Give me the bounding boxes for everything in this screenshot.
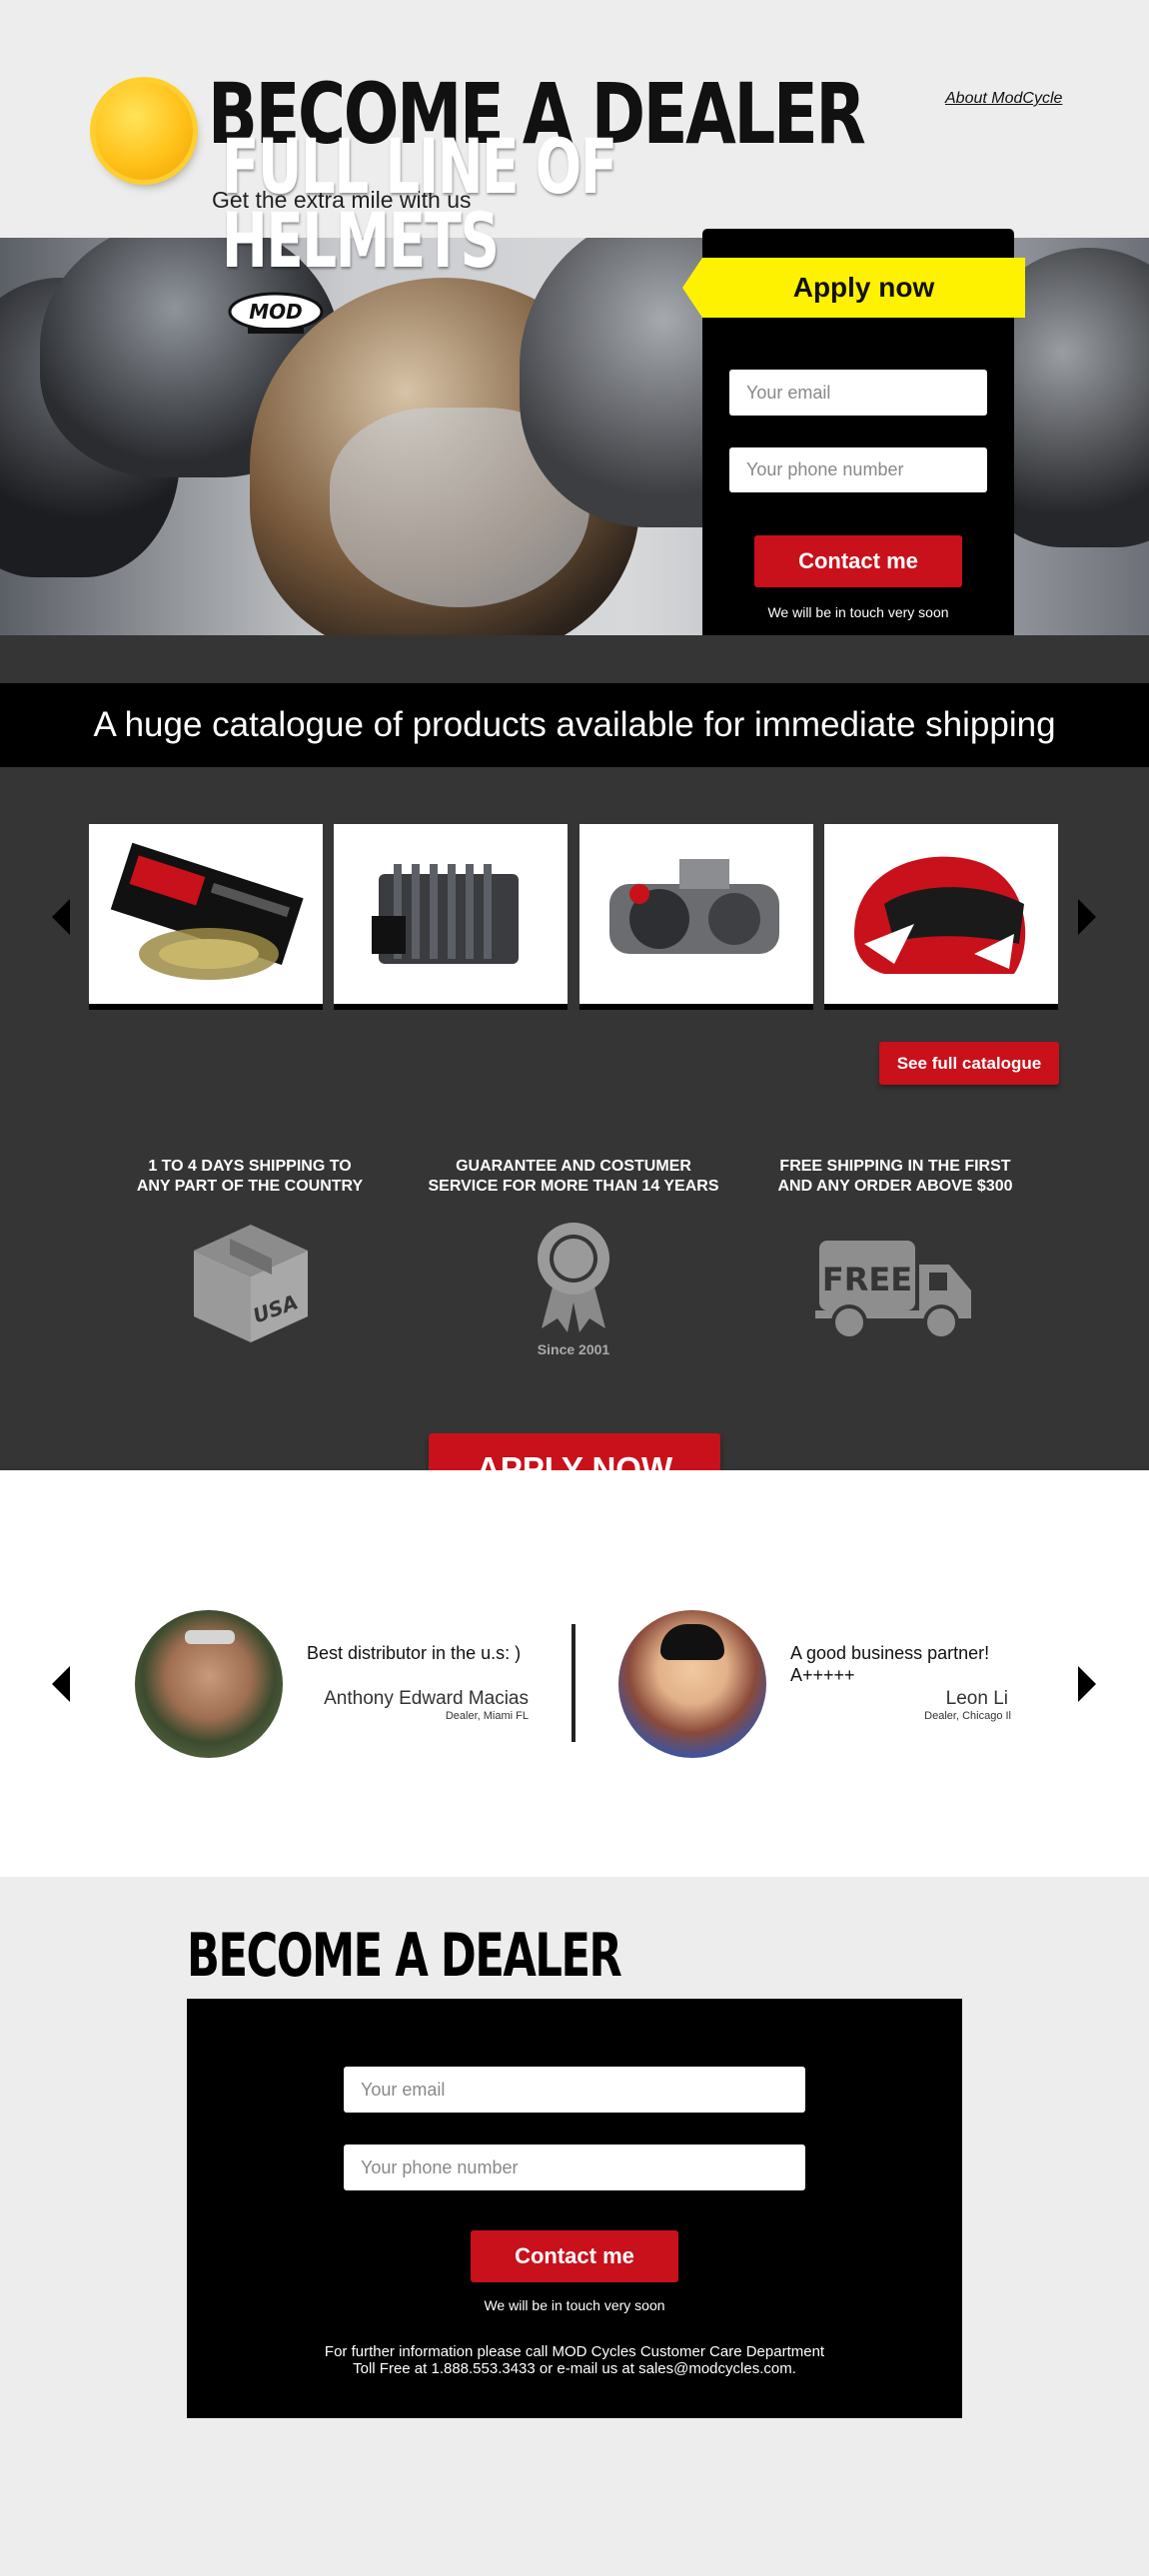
feature-free-shipping-text: FREE SHIPPING IN THE FIRST AND ANY ORDER…: [745, 1157, 1045, 1197]
testimonial-name: Leon Li: [945, 1688, 1008, 1709]
hero-title: FULL LINE OF HELMETS: [222, 122, 617, 285]
testimonial-next-arrow-icon[interactable]: [1078, 1666, 1096, 1702]
hero-title-line-1: FULL LINE OF: [222, 122, 617, 211]
sunglasses-icon: [185, 1630, 235, 1644]
testimonial-prev-arrow-icon[interactable]: [52, 1666, 70, 1702]
engine-icon: [609, 859, 779, 954]
phone-field[interactable]: [729, 447, 987, 492]
testimonial-name: Anthony Edward Macias: [324, 1688, 529, 1709]
sun-badge-icon: [95, 82, 193, 180]
carousel-prev-arrow-icon[interactable]: [52, 899, 70, 935]
testimonial-role: Dealer, Miami FL: [445, 1710, 529, 1722]
testimonial-quote: Best distributor in the u.s: ): [307, 1643, 522, 1663]
bottom-form-note: We will be in touch very soon: [484, 2297, 665, 2313]
email-field[interactable]: [729, 370, 987, 416]
bottom-title: BECOME A DEALER: [187, 1921, 622, 1991]
feature-line: GUARANTEE AND COSTUMER: [456, 1158, 691, 1175]
product-card-helmet[interactable]: [824, 824, 1058, 1010]
contact-info-line: For further information please call MOD …: [324, 2343, 825, 2360]
contact-info-line: Toll Free at 1.888.553.3433 or e-mail us…: [353, 2360, 796, 2377]
testimonial-divider: [572, 1624, 575, 1742]
bottom-phone-field[interactable]: [344, 2145, 805, 2190]
avatar: [618, 1610, 766, 1758]
see-full-catalogue-button[interactable]: See full catalogue: [879, 1042, 1059, 1085]
testimonial-role: Dealer, Chicago Il: [924, 1710, 1011, 1722]
helmet-icon: [854, 856, 1026, 974]
free-truck-icon: FREE: [815, 1241, 971, 1340]
hair-icon: [660, 1624, 724, 1660]
feature-line: 1 TO 4 DAYS SHIPPING TO: [148, 1158, 352, 1175]
product-card-engine[interactable]: [579, 824, 813, 1010]
feature-shipping-text: 1 TO 4 DAYS SHIPPING TO ANY PART OF THE …: [100, 1157, 400, 1197]
bottom-email-field[interactable]: [344, 2067, 805, 2113]
box-usa-icon: USA: [194, 1225, 308, 1342]
contact-me-button[interactable]: Contact me: [754, 535, 962, 587]
bottom-contact-me-button[interactable]: Contact me: [471, 2230, 678, 2282]
testimonial-quote: A good business partner! A+++++: [790, 1643, 990, 1685]
about-link[interactable]: About ModCycle: [945, 90, 1062, 108]
since-label: Since 2001: [537, 1341, 610, 1357]
feature-line: ANY PART OF THE COUNTRY: [136, 1178, 364, 1195]
carousel-next-arrow-icon[interactable]: [1078, 899, 1096, 935]
feature-guarantee-text: GUARANTEE AND COSTUMER SERVICE FOR MORE …: [424, 1157, 723, 1197]
apply-now-banner: Apply now: [682, 258, 1025, 318]
feature-line: AND ANY ORDER ABOVE $300: [777, 1178, 1013, 1195]
feature-line: SERVICE FOR MORE THAN 14 YEARS: [428, 1178, 719, 1195]
free-label: FREE: [822, 1261, 912, 1298]
hero-title-line-2: HELMETS: [222, 196, 500, 285]
product-card-chain-kit[interactable]: [89, 824, 323, 1010]
award-ribbon-icon: [538, 1223, 609, 1332]
contact-info: For further information please call MOD …: [187, 2343, 962, 2377]
chain-kit-icon: [110, 842, 304, 980]
catalogue-heading: A huge catalogue of products available f…: [0, 683, 1149, 767]
avatar: [135, 1610, 283, 1758]
mod-logo-icon: MOD: [228, 292, 324, 334]
regulator-icon: [372, 864, 519, 964]
logo-text: MOD: [249, 300, 303, 324]
form-note: We will be in touch very soon: [767, 604, 949, 620]
product-card-regulator[interactable]: [334, 824, 568, 1010]
feature-line: FREE SHIPPING IN THE FIRST: [779, 1158, 1011, 1175]
